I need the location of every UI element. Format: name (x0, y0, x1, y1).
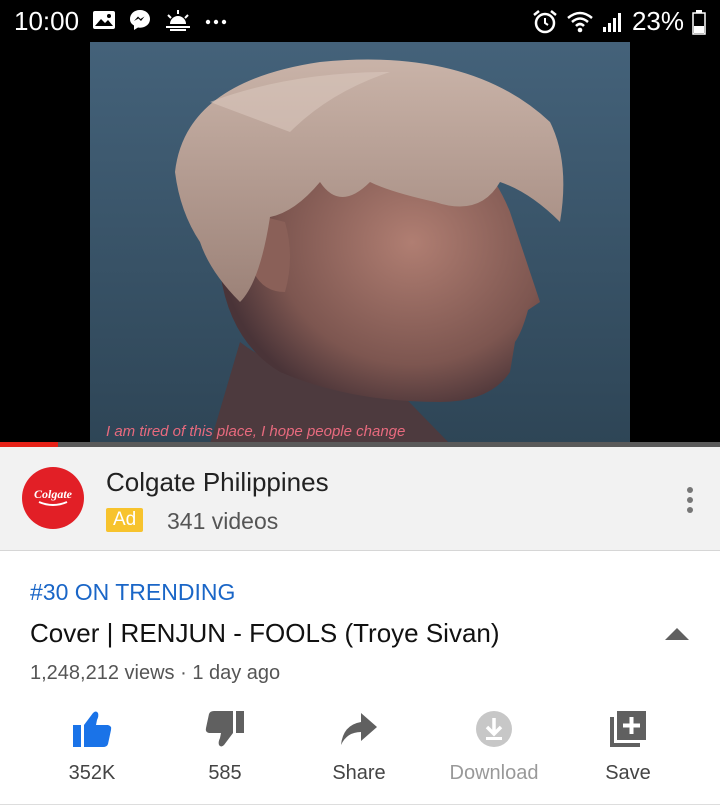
gallery-icon (93, 11, 115, 29)
download-label: Download (449, 762, 539, 784)
battery-icon (692, 9, 706, 35)
save-button[interactable]: Save (573, 706, 683, 785)
wifi-icon (567, 11, 593, 32)
ad-video-count: 341 videos (167, 508, 279, 534)
more-options-button[interactable] (678, 485, 702, 515)
share-label: Share (332, 762, 386, 784)
save-label: Save (605, 762, 651, 784)
messenger-icon (130, 10, 150, 30)
thumbs-down-icon (205, 711, 244, 747)
dislike-button[interactable]: 585 (170, 706, 280, 785)
divider (0, 804, 720, 805)
ad-badge: Ad (106, 508, 144, 532)
trending-link[interactable]: #30 ON TRENDING (30, 579, 235, 606)
download-button[interactable]: Download (439, 706, 549, 785)
add-to-playlist-icon (610, 711, 646, 747)
share-arrow-icon (341, 713, 377, 745)
system-icons: 23% (532, 6, 706, 37)
dislike-count: 585 (208, 762, 242, 784)
thumbs-up-icon (73, 711, 112, 747)
action-bar: 352K 585 Share Download Save (0, 706, 720, 806)
dot-icon (687, 497, 693, 503)
video-subtitle: I am tired of this place, I hope people … (106, 423, 406, 440)
advertiser-name[interactable]: Colgate Philippines (106, 467, 329, 498)
like-button[interactable]: 352K (37, 706, 147, 785)
video-frame[interactable]: I am tired of this place, I hope people … (90, 42, 630, 444)
signal-icon (602, 12, 621, 32)
battery-percent: 23% (631, 6, 684, 36)
download-icon (476, 711, 512, 747)
alarm-icon (533, 9, 557, 33)
dot-icon (687, 487, 693, 493)
view-count-and-date: 1,248,212 views · 1 day ago (30, 662, 281, 684)
more-notifications-icon (205, 19, 227, 25)
ad-panel[interactable]: Colgate Colgate Philippines Ad 341 video… (0, 447, 720, 551)
clock: 10:00 (14, 6, 80, 36)
colgate-logo: Colgate (34, 487, 73, 506)
video-player[interactable]: I am tired of this place, I hope people … (0, 42, 720, 444)
collapse-description-icon[interactable] (664, 626, 690, 642)
like-count: 352K (68, 762, 116, 784)
notification-icons (92, 8, 228, 32)
weather-icon (166, 10, 190, 31)
status-bar: 10:00 23% (0, 0, 720, 42)
share-button[interactable]: Share (304, 706, 414, 785)
svg-text:Colgate: Colgate (34, 487, 73, 501)
video-still-image (90, 42, 630, 444)
dot-icon (687, 507, 693, 513)
advertiser-logo[interactable]: Colgate (22, 467, 84, 529)
video-title[interactable]: Cover | RENJUN - FOOLS (Troye Sivan) (30, 618, 500, 649)
